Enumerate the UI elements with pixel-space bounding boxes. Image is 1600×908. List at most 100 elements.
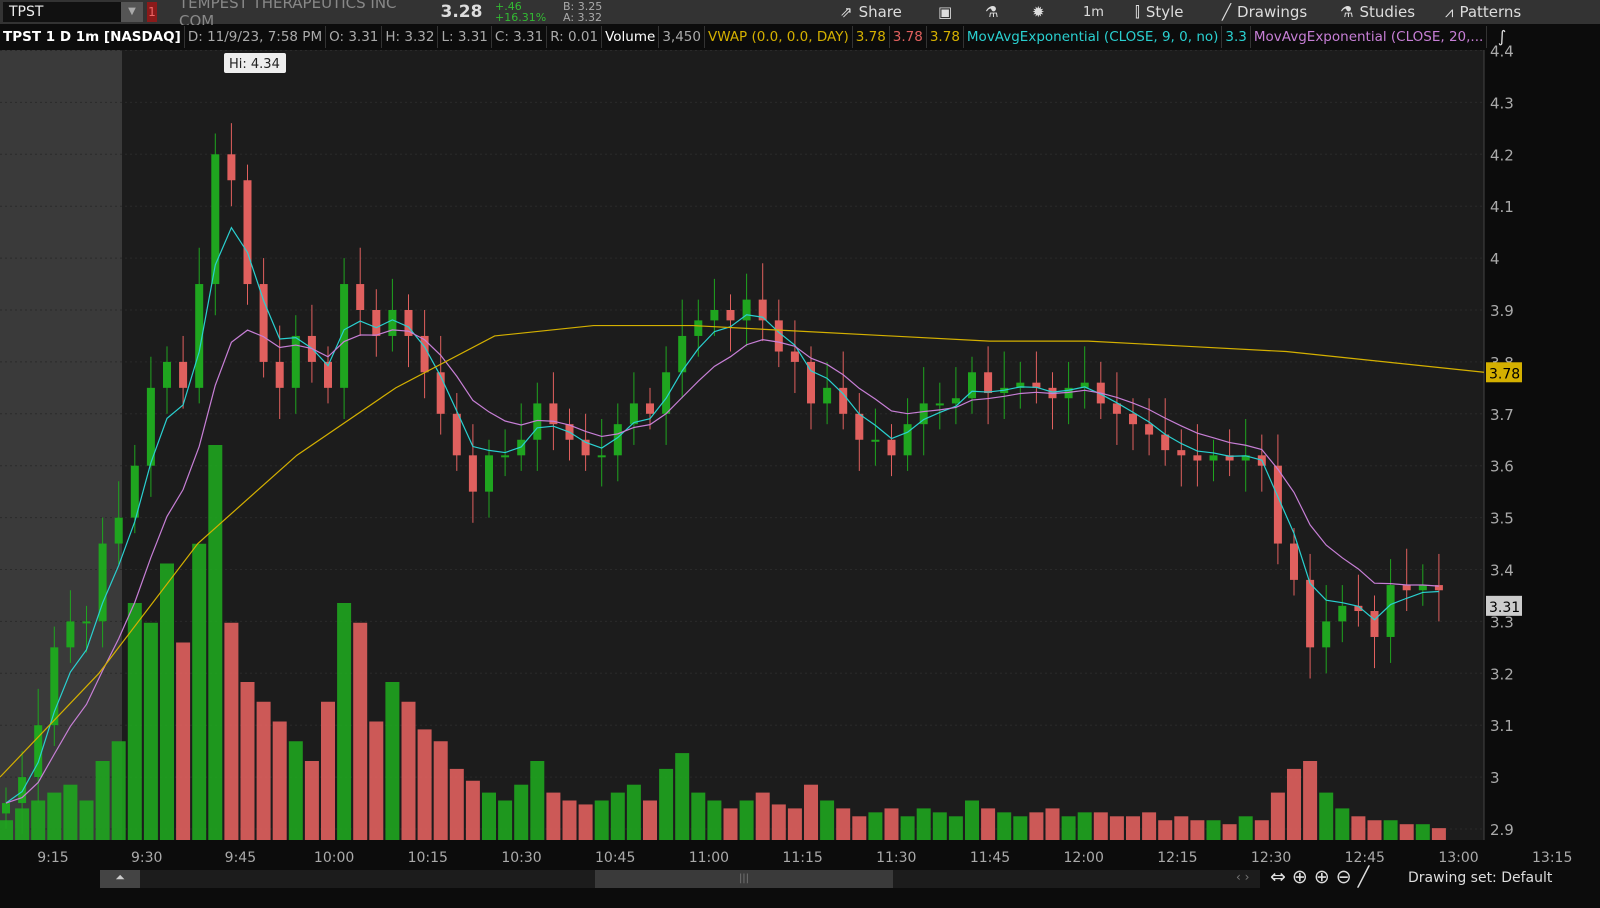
drawing-set[interactable]: Drawing set: Default <box>1408 870 1552 886</box>
x-tick-label: 12:00 <box>1064 850 1104 866</box>
volume-bar <box>1415 824 1430 840</box>
candle-body <box>1418 585 1427 591</box>
volume-bar <box>755 792 770 840</box>
candle-body <box>468 455 477 492</box>
volume-bar <box>1319 792 1334 840</box>
candle-body <box>275 361 284 388</box>
candle-body <box>1161 434 1170 451</box>
candle-body <box>1145 424 1154 435</box>
candle-body <box>452 413 461 456</box>
candle-body <box>1338 605 1347 622</box>
candle-body <box>1306 579 1315 648</box>
volume-bar <box>304 761 319 840</box>
volume-bar <box>900 816 915 840</box>
candle-body <box>807 361 815 404</box>
pan-icon[interactable]: ⇔ <box>1270 866 1292 888</box>
volume-bar <box>659 768 674 840</box>
volume-bar <box>1383 820 1398 840</box>
volume-bar <box>739 800 754 840</box>
candle-body <box>82 621 91 624</box>
zoom-out-icon[interactable]: ⊖ <box>1336 866 1358 888</box>
volume-bar <box>498 800 513 840</box>
volume-bar <box>1254 820 1269 840</box>
candle-body <box>597 455 606 458</box>
x-tick-label: 11:15 <box>782 850 822 866</box>
candle-body <box>710 310 719 321</box>
y-tick-label: 3 <box>1490 769 1500 787</box>
candle-body <box>1370 611 1379 637</box>
y-tick-label: 4.4 <box>1490 43 1514 61</box>
y-tick-label: 3.3 <box>1490 613 1514 631</box>
candle-body <box>984 372 993 394</box>
volume-bar <box>1206 820 1221 840</box>
volume-bar <box>143 622 158 840</box>
volume-bar <box>1142 812 1157 840</box>
candle-body <box>179 361 188 388</box>
candle-body <box>1193 455 1202 461</box>
x-tick-label: 12:15 <box>1157 850 1197 866</box>
volume-bar <box>594 800 609 840</box>
volume-bar <box>95 761 110 840</box>
x-tick-label: 10:30 <box>501 850 541 866</box>
x-tick-label: 13:15 <box>1532 850 1572 866</box>
candle-body <box>436 372 445 414</box>
volume-bar <box>514 784 529 840</box>
candle-body <box>774 320 783 352</box>
y-tick-label: 4 <box>1490 250 1500 268</box>
candle-body <box>372 310 381 336</box>
candle-body <box>420 335 429 373</box>
last-price-label: 3.31 <box>1489 600 1520 616</box>
volume-bar <box>562 800 577 840</box>
candle-body <box>1290 543 1298 580</box>
candle-body <box>823 387 832 404</box>
volume-bar <box>1174 816 1189 840</box>
volume-bar <box>691 792 706 840</box>
candle-body <box>114 517 123 544</box>
line-tool-icon[interactable]: ╱ <box>1358 866 1375 888</box>
volume-bar <box>337 603 352 840</box>
volume-bar <box>852 816 867 840</box>
volume-bar <box>192 543 207 840</box>
candle-body <box>790 351 799 362</box>
volume-bar <box>256 701 271 840</box>
x-tick-label: 12:45 <box>1345 850 1385 866</box>
candle-body <box>356 284 365 310</box>
candle-body <box>887 439 896 456</box>
candle-body <box>34 725 43 778</box>
volume-bar <box>820 800 835 840</box>
volume-bar <box>1109 816 1124 840</box>
y-tick-label: 3.1 <box>1490 717 1514 735</box>
volume-bar <box>884 808 899 840</box>
volume-bar <box>465 780 480 840</box>
y-tick-label: 3.2 <box>1490 665 1514 683</box>
candle-body <box>66 621 75 648</box>
volume-bar <box>1126 816 1140 840</box>
volume-bar <box>626 784 641 840</box>
scrollbar-thumb[interactable]: ||| <box>595 870 893 888</box>
candle-body <box>227 154 236 181</box>
volume-bar <box>224 622 239 840</box>
collapse-button[interactable]: ⏶ <box>100 870 140 888</box>
volume-bar <box>707 800 722 840</box>
y-tick-label: 4.2 <box>1490 146 1514 164</box>
candle-body <box>726 310 735 321</box>
y-tick-label: 3.4 <box>1490 562 1514 580</box>
volume-bar <box>47 792 62 840</box>
volume-bar <box>1287 768 1301 840</box>
volume-bar <box>916 808 931 840</box>
zoom-in-icon[interactable]: ⊕ <box>1314 866 1336 888</box>
x-tick-label: 11:30 <box>876 850 916 866</box>
vwap-line <box>0 324 1485 778</box>
candle-body <box>629 403 638 425</box>
scroll-arrows[interactable]: ‹ › <box>1236 870 1249 884</box>
candlestick-chart: 4.44.34.24.143.93.83.73.63.53.43.33.23.1… <box>0 43 1572 866</box>
x-tick-label: 11:45 <box>970 850 1010 866</box>
volume-bar <box>1093 812 1108 840</box>
bottom-bar: ⏶ ||| ‹ › ⇔⊕⊕⊖╱ Drawing set: Default <box>0 866 1600 908</box>
volume-bar <box>433 741 448 840</box>
volume-bar <box>1270 792 1285 840</box>
crosshair-icon[interactable]: ⊕ <box>1292 866 1314 888</box>
volume-bar <box>160 563 174 840</box>
volume-bar <box>1061 816 1076 840</box>
volume-bar <box>948 816 963 840</box>
